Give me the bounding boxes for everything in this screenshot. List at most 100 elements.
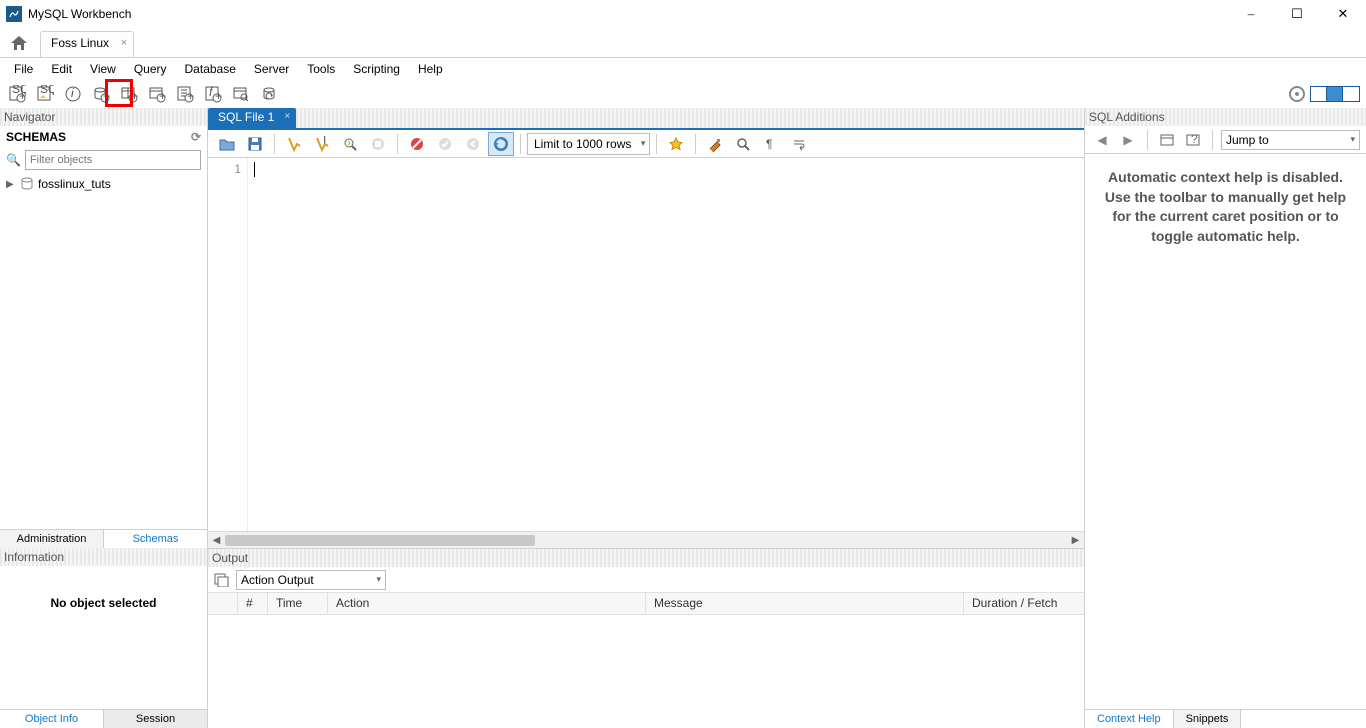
tab-object-info[interactable]: Object Info — [0, 710, 104, 728]
information-tabs: Object Info Session — [0, 709, 207, 728]
favorite-icon[interactable] — [663, 132, 689, 156]
svg-text:+: + — [159, 89, 166, 103]
scroll-left-icon[interactable]: ◀ — [208, 533, 225, 548]
find-icon[interactable] — [730, 132, 756, 156]
schema-filter-input[interactable] — [25, 150, 201, 170]
tab-schemas[interactable]: Schemas — [104, 530, 207, 548]
information-header: Information — [0, 548, 207, 566]
close-sql-tab-icon[interactable]: × — [284, 111, 290, 122]
connection-tab[interactable]: Foss Linux × — [40, 31, 134, 57]
beautify-icon[interactable] — [702, 132, 728, 156]
layout-center[interactable] — [1327, 87, 1343, 101]
expand-icon[interactable]: ▶ — [6, 179, 16, 190]
limit-rows-selector[interactable]: Limit to 1000 rows — [527, 133, 650, 155]
wrap-icon[interactable] — [786, 132, 812, 156]
invisible-chars-icon[interactable]: ¶ — [758, 132, 784, 156]
inspector-icon[interactable]: i — [60, 82, 86, 106]
reconnect-icon[interactable] — [256, 82, 282, 106]
output-table: # Time Action Message Duration / Fetch — [208, 593, 1084, 728]
separator — [656, 134, 657, 154]
menu-file[interactable]: File — [6, 60, 41, 78]
create-table-icon[interactable]: + — [116, 82, 142, 106]
close-tab-icon[interactable]: × — [121, 37, 127, 49]
menu-edit[interactable]: Edit — [43, 60, 80, 78]
autocommit-icon[interactable] — [488, 132, 514, 156]
new-sql-tab-icon[interactable]: SQL+ — [4, 82, 30, 106]
help-forward-icon[interactable]: ▶ — [1117, 129, 1139, 151]
scroll-right-icon[interactable]: ▶ — [1067, 533, 1084, 548]
create-view-icon[interactable]: + — [144, 82, 170, 106]
information-panel: Information No object selected Object In… — [0, 548, 207, 728]
help-tabs: Context Help Snippets — [1085, 709, 1366, 728]
separator — [1212, 130, 1213, 150]
navigator-tabs: Administration Schemas — [0, 529, 207, 548]
schema-filter-row: 🔍 — [0, 148, 207, 172]
database-icon — [20, 177, 34, 191]
no-limit-icon[interactable] — [404, 132, 430, 156]
scroll-thumb[interactable] — [225, 535, 535, 546]
workbench-central-icon[interactable] — [1288, 85, 1306, 103]
output-type-selector[interactable]: Action Output — [236, 570, 386, 590]
menu-query[interactable]: Query — [126, 60, 175, 78]
output-header: Output — [208, 549, 1084, 567]
tab-administration[interactable]: Administration — [0, 530, 104, 548]
help-back-icon[interactable]: ◀ — [1091, 129, 1113, 151]
search-table-icon[interactable] — [228, 82, 254, 106]
close-button[interactable]: ✕ — [1320, 0, 1366, 28]
create-schema-icon[interactable]: + — [88, 82, 114, 106]
scroll-track[interactable] — [225, 533, 1067, 548]
sql-additions-header-label: SQL Additions — [1089, 110, 1165, 124]
menu-scripting[interactable]: Scripting — [345, 60, 408, 78]
minimize-button[interactable]: – — [1228, 0, 1274, 28]
explain-icon[interactable] — [337, 132, 363, 156]
tab-session[interactable]: Session — [104, 710, 207, 728]
sql-tab[interactable]: SQL File 1 × — [208, 108, 296, 128]
execute-current-icon[interactable]: I — [309, 132, 335, 156]
help-auto-icon[interactable] — [1156, 129, 1178, 151]
home-icon[interactable] — [2, 29, 36, 57]
open-sql-file-icon[interactable]: SQL — [32, 82, 58, 106]
create-function-icon[interactable]: f+ — [200, 82, 226, 106]
menu-database[interactable]: Database — [177, 60, 244, 78]
tab-context-help[interactable]: Context Help — [1085, 710, 1174, 728]
menu-tools[interactable]: Tools — [299, 60, 343, 78]
layout-left[interactable] — [1311, 87, 1327, 101]
menu-view[interactable]: View — [82, 60, 124, 78]
output-panel: Output Action Output # Time Action Messa… — [208, 548, 1084, 728]
window-title: MySQL Workbench — [28, 7, 131, 21]
main-toolbar: SQL+ SQL i + + + + f+ — [0, 80, 1366, 108]
maximize-button[interactable]: ☐ — [1274, 0, 1320, 28]
help-manual-icon[interactable]: ? — [1182, 129, 1204, 151]
sql-editor[interactable]: 1 — [208, 158, 1084, 531]
sql-toolbar: I Limit to 1000 rows ¶ — [208, 130, 1084, 158]
execute-icon[interactable] — [281, 132, 307, 156]
svg-text:+: + — [215, 89, 222, 103]
rollback-icon[interactable] — [460, 132, 486, 156]
navigator-header-label: Navigator — [4, 110, 55, 124]
save-file-icon[interactable] — [242, 132, 268, 156]
sql-additions-header: SQL Additions — [1085, 108, 1366, 126]
schema-item[interactable]: ▶ fosslinux_tuts — [6, 176, 201, 192]
menu-help[interactable]: Help — [410, 60, 451, 78]
editor-hscroll[interactable]: ◀ ▶ — [208, 531, 1084, 548]
menu-server[interactable]: Server — [246, 60, 297, 78]
schemas-label: SCHEMAS — [6, 130, 66, 144]
jump-to-selector[interactable]: Jump to — [1221, 130, 1360, 150]
connection-tab-label: Foss Linux — [51, 36, 109, 50]
layout-switcher[interactable] — [1310, 86, 1360, 102]
jump-to-label: Jump to — [1226, 133, 1269, 147]
output-col-duration: Duration / Fetch — [964, 593, 1084, 614]
stop-icon[interactable] — [365, 132, 391, 156]
workarea: Navigator SCHEMAS ⟳ 🔍 ▶ fosslinux_tuts A… — [0, 108, 1366, 728]
sidebar-right: SQL Additions ◀ ▶ ? Jump to Automatic co… — [1084, 108, 1366, 728]
refresh-schemas-icon[interactable]: ⟳ — [191, 130, 201, 144]
create-procedure-icon[interactable]: + — [172, 82, 198, 106]
tab-snippets[interactable]: Snippets — [1174, 710, 1242, 728]
commit-icon[interactable] — [432, 132, 458, 156]
open-file-icon[interactable] — [214, 132, 240, 156]
editor-code[interactable] — [248, 158, 1084, 531]
schemas-header: SCHEMAS ⟳ — [0, 126, 207, 148]
layout-right[interactable] — [1343, 87, 1359, 101]
schema-tree[interactable]: ▶ fosslinux_tuts — [0, 172, 207, 529]
output-selector-row: Action Output — [208, 567, 1084, 593]
